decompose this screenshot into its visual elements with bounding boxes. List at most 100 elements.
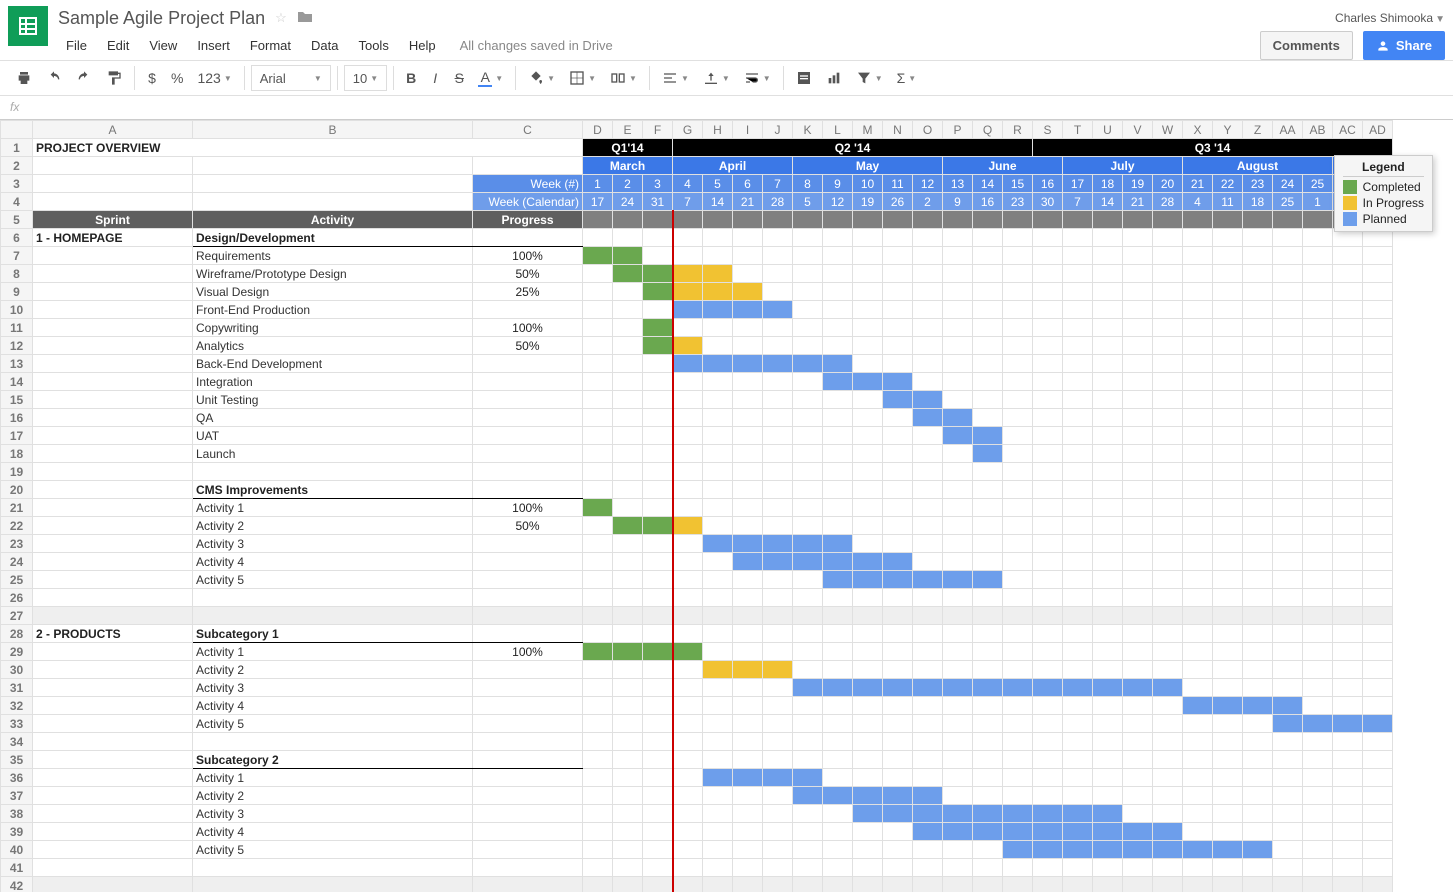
gantt-cell[interactable]: [673, 643, 703, 661]
gantt-cell[interactable]: [943, 733, 973, 751]
cell[interactable]: [33, 391, 193, 409]
gantt-cell[interactable]: [763, 679, 793, 697]
col-header[interactable]: O: [913, 121, 943, 139]
gantt-cell[interactable]: [673, 553, 703, 571]
col-header[interactable]: AA: [1273, 121, 1303, 139]
sheets-logo[interactable]: [8, 6, 48, 46]
gantt-cell[interactable]: [943, 715, 973, 733]
gantt-cell[interactable]: [1003, 355, 1033, 373]
gantt-cell[interactable]: [823, 679, 853, 697]
gantt-cell[interactable]: [703, 319, 733, 337]
gantt-cell[interactable]: [943, 643, 973, 661]
col-header[interactable]: F: [643, 121, 673, 139]
gantt-cell[interactable]: [1153, 643, 1183, 661]
gantt-cell[interactable]: [1033, 679, 1063, 697]
gantt-cell[interactable]: [583, 877, 613, 892]
gantt-cell[interactable]: [1033, 697, 1063, 715]
gantt-cell[interactable]: [853, 859, 883, 877]
gantt-cell[interactable]: [1093, 409, 1123, 427]
gantt-cell[interactable]: [703, 337, 733, 355]
gantt-cell[interactable]: [1213, 319, 1243, 337]
gantt-cell[interactable]: [613, 733, 643, 751]
gantt-cell[interactable]: [1033, 445, 1063, 463]
row-header[interactable]: 26: [1, 589, 33, 607]
row-header[interactable]: 12: [1, 337, 33, 355]
gantt-cell[interactable]: [613, 265, 643, 283]
gantt-cell[interactable]: [1303, 391, 1333, 409]
gantt-cell[interactable]: [643, 679, 673, 697]
cell[interactable]: [473, 571, 583, 589]
col-header[interactable]: R: [1003, 121, 1033, 139]
col-header[interactable]: Z: [1243, 121, 1273, 139]
gantt-cell[interactable]: [853, 553, 883, 571]
gantt-cell[interactable]: [583, 355, 613, 373]
gantt-cell[interactable]: [913, 859, 943, 877]
gantt-cell[interactable]: [823, 301, 853, 319]
select-all-corner[interactable]: [1, 121, 33, 139]
gantt-cell[interactable]: [1063, 589, 1093, 607]
gantt-cell[interactable]: [1243, 877, 1273, 892]
gantt-cell[interactable]: [1273, 427, 1303, 445]
gantt-cell[interactable]: [883, 517, 913, 535]
gantt-cell[interactable]: [1213, 715, 1243, 733]
gantt-cell[interactable]: [1333, 805, 1363, 823]
gantt-cell[interactable]: [673, 805, 703, 823]
gantt-cell[interactable]: [853, 427, 883, 445]
gantt-cell[interactable]: [1303, 535, 1333, 553]
gantt-cell[interactable]: [1153, 877, 1183, 892]
gantt-cell[interactable]: [583, 247, 613, 265]
cell[interactable]: 25%: [473, 283, 583, 301]
gantt-cell[interactable]: [763, 265, 793, 283]
gantt-cell[interactable]: [1123, 319, 1153, 337]
gantt-cell[interactable]: [1093, 535, 1123, 553]
gantt-cell[interactable]: [1333, 373, 1363, 391]
gantt-cell[interactable]: [823, 607, 853, 625]
gantt-cell[interactable]: [1363, 607, 1393, 625]
gantt-cell[interactable]: [1333, 463, 1363, 481]
gantt-cell[interactable]: [793, 445, 823, 463]
gantt-cell[interactable]: [1213, 841, 1243, 859]
gantt-cell[interactable]: [1153, 355, 1183, 373]
gantt-cell[interactable]: [703, 751, 733, 769]
gantt-cell[interactable]: [1153, 751, 1183, 769]
gantt-cell[interactable]: [613, 499, 643, 517]
gantt-cell[interactable]: [1123, 247, 1153, 265]
gantt-cell[interactable]: [1123, 337, 1153, 355]
gantt-cell[interactable]: [703, 247, 733, 265]
gantt-cell[interactable]: [763, 625, 793, 643]
gantt-cell[interactable]: [613, 607, 643, 625]
gantt-cell[interactable]: [703, 265, 733, 283]
gantt-cell[interactable]: [883, 697, 913, 715]
gantt-cell[interactable]: [1183, 517, 1213, 535]
gantt-cell[interactable]: [973, 841, 1003, 859]
gantt-cell[interactable]: [1363, 715, 1393, 733]
gantt-cell[interactable]: [643, 769, 673, 787]
gantt-cell[interactable]: [1333, 733, 1363, 751]
gantt-cell[interactable]: [1303, 517, 1333, 535]
borders-icon[interactable]: ▼: [563, 65, 602, 91]
gantt-cell[interactable]: [1063, 643, 1093, 661]
gantt-cell[interactable]: [1003, 607, 1033, 625]
gantt-cell[interactable]: [973, 373, 1003, 391]
gantt-cell[interactable]: [583, 715, 613, 733]
gantt-cell[interactable]: [973, 751, 1003, 769]
gantt-cell[interactable]: [643, 715, 673, 733]
gantt-cell[interactable]: [583, 733, 613, 751]
cell[interactable]: [193, 607, 473, 625]
cell[interactable]: Activity 4: [193, 553, 473, 571]
gantt-cell[interactable]: [763, 301, 793, 319]
col-header[interactable]: K: [793, 121, 823, 139]
gantt-cell[interactable]: [1033, 643, 1063, 661]
gantt-cell[interactable]: [943, 283, 973, 301]
cell[interactable]: [473, 445, 583, 463]
col-header[interactable]: M: [853, 121, 883, 139]
gantt-cell[interactable]: [1003, 499, 1033, 517]
gantt-cell[interactable]: [823, 463, 853, 481]
gantt-cell[interactable]: [733, 301, 763, 319]
gantt-cell[interactable]: [763, 247, 793, 265]
gantt-cell[interactable]: [1213, 391, 1243, 409]
gantt-cell[interactable]: [643, 571, 673, 589]
gantt-cell[interactable]: [853, 247, 883, 265]
gantt-cell[interactable]: [1153, 661, 1183, 679]
gantt-cell[interactable]: [1273, 715, 1303, 733]
